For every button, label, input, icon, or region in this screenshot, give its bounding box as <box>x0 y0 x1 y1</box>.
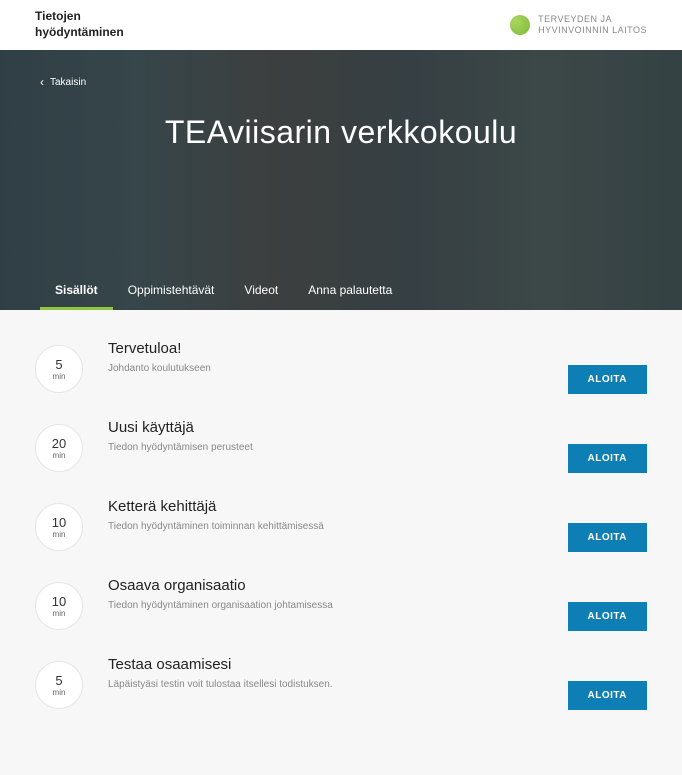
tabs: Sisällöt Oppimistehtävät Videot Anna pal… <box>0 273 407 310</box>
course-desc: Tiedon hyödyntämisen perusteet <box>108 442 543 453</box>
course-action: ALOITA <box>568 419 647 473</box>
duration-unit: min <box>53 451 66 460</box>
chevron-left-icon: ‹ <box>40 75 44 89</box>
hero: ‹ Takaisin TEAviisarin verkkokoulu Sisäl… <box>0 50 682 310</box>
course-row: 5 min Testaa osaamisesi Läpäistyäsi test… <box>35 656 647 710</box>
duration-badge: 5 min <box>35 345 83 393</box>
duration-badge: 5 min <box>35 661 83 709</box>
duration-number: 20 <box>52 436 66 451</box>
course-desc: Läpäistyäsi testin voit tulostaa itselle… <box>108 679 543 690</box>
course-row: 5 min Tervetuloa! Johdanto koulutukseen … <box>35 340 647 394</box>
course-row: 10 min Osaava organisaatio Tiedon hyödyn… <box>35 577 647 631</box>
duration-badge: 20 min <box>35 424 83 472</box>
org-label: TERVEYDEN JA HYVINVOINNIN LAITOS <box>510 14 647 36</box>
duration-number: 5 <box>55 357 62 372</box>
org-logo-icon <box>510 15 530 35</box>
duration-unit: min <box>53 530 66 539</box>
duration-number: 10 <box>52 594 66 609</box>
course-list: 5 min Tervetuloa! Johdanto koulutukseen … <box>0 310 682 775</box>
duration-unit: min <box>53 688 66 697</box>
course-action: ALOITA <box>568 656 647 710</box>
course-info: Uusi käyttäjä Tiedon hyödyntämisen perus… <box>108 419 543 453</box>
site-title-bottom: hyödyntäminen <box>35 25 124 41</box>
course-info: Ketterä kehittäjä Tiedon hyödyntäminen t… <box>108 498 543 532</box>
course-row: 10 min Ketterä kehittäjä Tiedon hyödyntä… <box>35 498 647 552</box>
course-info: Osaava organisaatio Tiedon hyödyntäminen… <box>108 577 543 611</box>
course-title: Osaava organisaatio <box>108 577 543 594</box>
duration-unit: min <box>53 609 66 618</box>
back-link[interactable]: ‹ Takaisin <box>0 50 682 89</box>
course-action: ALOITA <box>568 498 647 552</box>
tab-oppimistehtavat[interactable]: Oppimistehtävät <box>113 273 230 310</box>
tab-sisallot[interactable]: Sisällöt <box>40 273 113 310</box>
course-desc: Johdanto koulutukseen <box>108 363 543 374</box>
tab-videot[interactable]: Videot <box>229 273 293 310</box>
course-desc: Tiedon hyödyntäminen toiminnan kehittämi… <box>108 521 543 532</box>
course-info: Tervetuloa! Johdanto koulutukseen <box>108 340 543 374</box>
course-title: Testaa osaamisesi <box>108 656 543 673</box>
course-title: Tervetuloa! <box>108 340 543 357</box>
start-button[interactable]: ALOITA <box>568 444 647 473</box>
course-action: ALOITA <box>568 577 647 631</box>
duration-badge: 10 min <box>35 582 83 630</box>
duration-number: 10 <box>52 515 66 530</box>
page-title: TEAviisarin verkkokoulu <box>0 114 682 151</box>
site-title: Tietojen hyödyntäminen <box>35 9 124 40</box>
back-label: Takaisin <box>50 77 86 88</box>
course-info: Testaa osaamisesi Läpäistyäsi testin voi… <box>108 656 543 690</box>
start-button[interactable]: ALOITA <box>568 365 647 394</box>
course-desc: Tiedon hyödyntäminen organisaation johta… <box>108 600 543 611</box>
duration-unit: min <box>53 372 66 381</box>
course-row: 20 min Uusi käyttäjä Tiedon hyödyntämise… <box>35 419 647 473</box>
course-title: Uusi käyttäjä <box>108 419 543 436</box>
course-title: Ketterä kehittäjä <box>108 498 543 515</box>
header: Tietojen hyödyntäminen TERVEYDEN JA HYVI… <box>0 0 682 50</box>
duration-number: 5 <box>55 673 62 688</box>
org-name: TERVEYDEN JA HYVINVOINNIN LAITOS <box>538 14 647 36</box>
start-button[interactable]: ALOITA <box>568 523 647 552</box>
start-button[interactable]: ALOITA <box>568 681 647 710</box>
site-title-top: Tietojen <box>35 9 124 25</box>
course-action: ALOITA <box>568 340 647 394</box>
tab-anna-palautetta[interactable]: Anna palautetta <box>293 273 407 310</box>
duration-badge: 10 min <box>35 503 83 551</box>
start-button[interactable]: ALOITA <box>568 602 647 631</box>
